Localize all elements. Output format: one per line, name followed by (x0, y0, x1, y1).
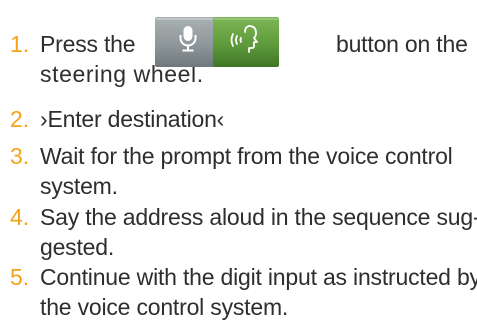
step-line: Continue with the digit input as instruc… (40, 264, 477, 290)
step-line: gested. (40, 234, 115, 260)
microphone-button (155, 17, 221, 67)
step-number: 2. (10, 106, 30, 132)
step-number: 5. (10, 264, 30, 290)
step-number: 3. (10, 143, 30, 169)
button-background (155, 17, 221, 67)
step-1-text-before: Press the (40, 31, 136, 57)
step-line: the voice control system. (40, 294, 289, 320)
step-number: 4. (10, 204, 30, 230)
button-background (213, 17, 279, 67)
step-line: system. (40, 173, 118, 199)
step-line: Say the address aloud in the sequence su… (40, 204, 477, 230)
step-line: ›Enter destination‹ (40, 106, 225, 132)
step-text: Wait for the prompt from the voice contr… (40, 141, 477, 201)
step-1-text-after: button on the (336, 31, 468, 57)
voice-control-button (213, 17, 279, 67)
step-line: Wait for the prompt from the voice contr… (40, 143, 453, 169)
step-text: ›Enter destination‹ (40, 104, 477, 134)
step-text: Continue with the digit input as instruc… (40, 262, 477, 322)
step-text: Say the address aloud in the sequence su… (40, 202, 477, 262)
step-number: 1. (10, 31, 30, 57)
